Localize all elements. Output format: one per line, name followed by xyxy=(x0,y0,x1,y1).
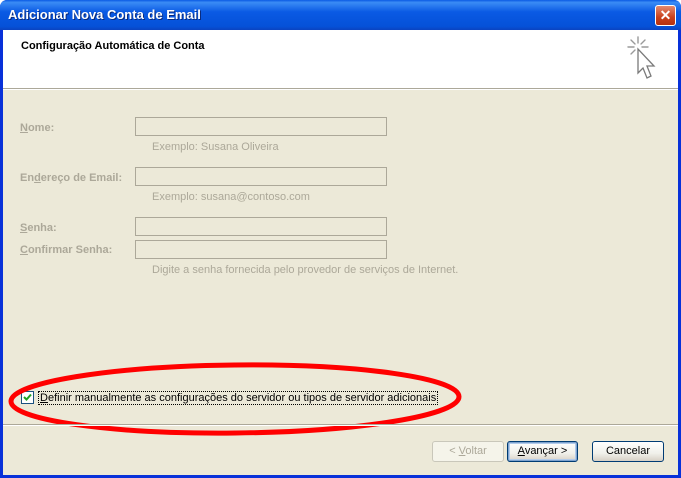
back-button[interactable]: < Voltar xyxy=(432,441,504,462)
page-title: Configuração Automática de Conta xyxy=(21,40,205,52)
cancel-button[interactable]: Cancelar xyxy=(592,441,664,462)
name-label: Nome: xyxy=(20,122,55,134)
confirm-password-label: Confirmar Senha: xyxy=(20,244,113,256)
wizard-header: Configuração Automática de Conta xyxy=(3,30,678,89)
window-title: Adicionar Nova Conta de Email xyxy=(8,7,201,22)
manual-config-label[interactable]: Definir manualmente as configurações do … xyxy=(38,391,439,405)
name-hint: Exemplo: Susana Oliveira xyxy=(152,141,279,153)
name-field[interactable] xyxy=(135,117,387,136)
title-bar[interactable]: Adicionar Nova Conta de Email ✕ xyxy=(0,0,681,30)
checkmark-icon xyxy=(23,393,32,401)
password-label: Senha: xyxy=(20,222,57,234)
dialog-window: Adicionar Nova Conta de Email ✕ Configur… xyxy=(0,0,681,478)
dialog-body: Configuração Automática de Conta Nome: E… xyxy=(3,30,678,475)
manual-config-checkbox[interactable] xyxy=(21,391,34,404)
email-label: Endereço de Email: xyxy=(20,172,123,184)
close-button[interactable]: ✕ xyxy=(655,5,676,26)
next-button[interactable]: Avançar > xyxy=(507,441,578,462)
header-divider xyxy=(3,89,678,90)
email-hint: Exemplo: susana@contoso.com xyxy=(152,191,310,203)
confirm-password-field[interactable] xyxy=(135,240,387,259)
email-field[interactable] xyxy=(135,167,387,186)
close-icon: ✕ xyxy=(659,7,672,23)
footer-divider xyxy=(3,424,678,426)
password-hint: Digite a senha fornecida pelo provedor d… xyxy=(152,264,459,276)
cursor-sparkle-icon xyxy=(627,36,656,79)
password-field[interactable] xyxy=(135,217,387,236)
